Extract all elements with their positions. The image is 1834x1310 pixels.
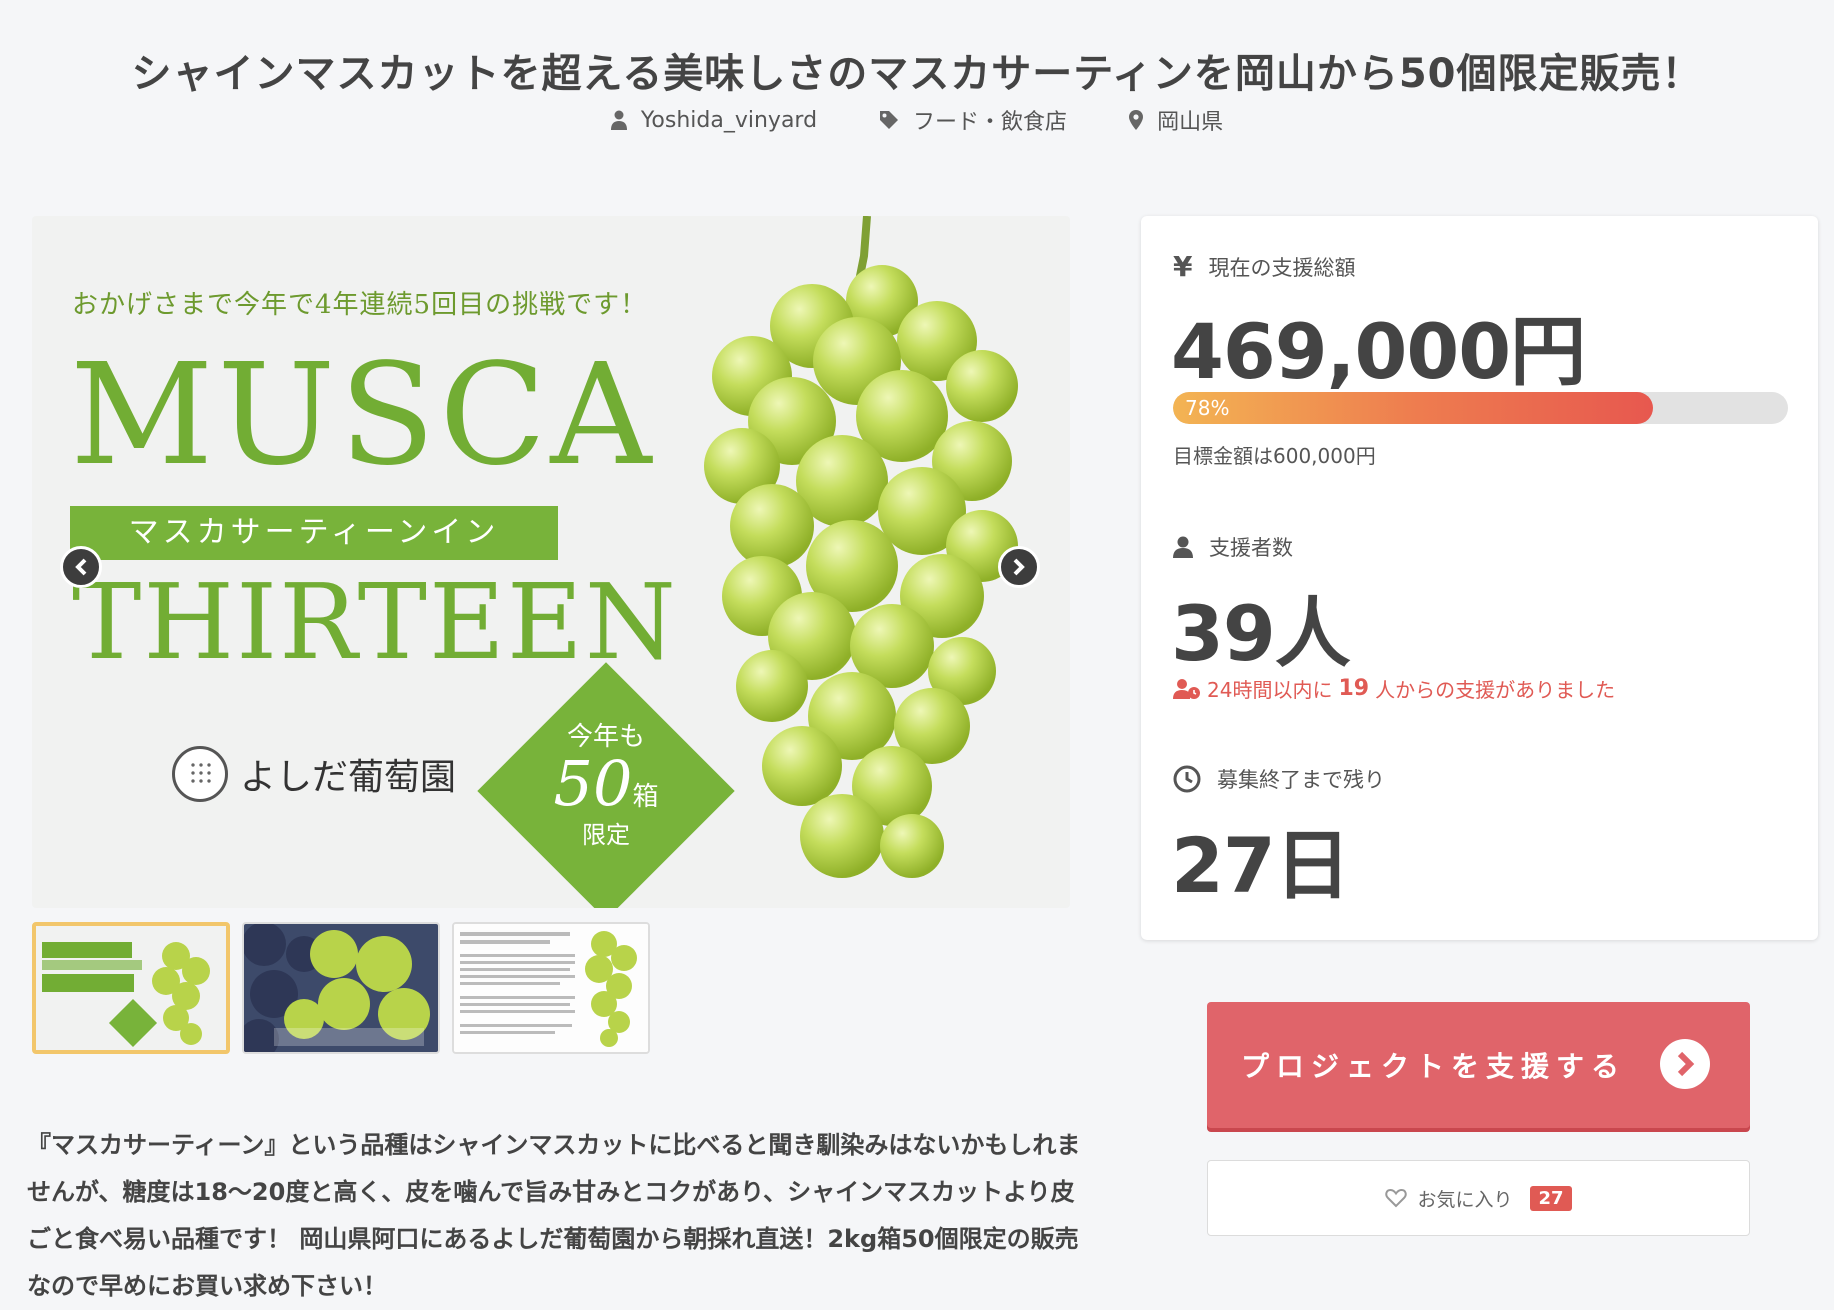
favorite-count-badge: 27 <box>1530 1185 1572 1211</box>
chevron-right-icon <box>1013 558 1025 576</box>
image-band: マスカサーティーンイン <box>70 506 558 560</box>
meta-owner[interactable]: Yoshida_vinyard <box>610 104 818 136</box>
goal-amount: 目標金額は600,000円 <box>1173 444 1376 468</box>
tag-icon <box>880 111 899 129</box>
owner-name: Yoshida_vinyard <box>640 107 818 133</box>
favorite-button[interactable]: お気に入り 27 <box>1207 1160 1750 1236</box>
meta-category[interactable]: フード・飲食店 <box>879 104 1067 136</box>
project-meta: Yoshida_vinyard フード・飲食店 岡山県 <box>0 104 1834 136</box>
thumbnail-1[interactable] <box>32 922 230 1054</box>
image-word-thirteen: THIRTEEN <box>72 561 678 683</box>
user-icon <box>1173 536 1193 558</box>
recent-suffix: 人からの支援がありました <box>1375 678 1616 702</box>
thumbnail-image <box>244 924 438 1052</box>
recent-supporters-notice: 24時間以内に 19 人からの支援がありました <box>1173 674 1615 703</box>
support-project-button[interactable]: プロジェクトを支援する <box>1207 1002 1750 1128</box>
remaining-label-text: 募集終了まで残り <box>1217 768 1385 792</box>
gallery-next-button[interactable] <box>998 546 1040 588</box>
clock-icon <box>1173 765 1201 793</box>
recent-prefix: 24時間以内に <box>1207 678 1333 702</box>
project-title: シャインマスカットを超える美味しさのマスカサーティンを岡山から50個限定販売！ <box>131 50 1703 97</box>
brand-name: よしだ葡萄園 <box>240 757 457 798</box>
heart-icon <box>1385 1188 1408 1208</box>
remaining-label: 募集終了まで残り <box>1173 764 1385 794</box>
thumbnail-3[interactable] <box>452 922 650 1054</box>
total-label-text: 現在の支援総額 <box>1208 255 1356 280</box>
badge-number: 50 <box>553 747 633 820</box>
brand-seal-icon <box>172 746 228 802</box>
yen-icon: ¥ <box>1173 250 1193 283</box>
support-button-label: プロジェクトを支援する <box>1241 1050 1627 1083</box>
chevron-left-icon <box>75 558 87 576</box>
user-icon <box>610 110 627 130</box>
category-name: フード・飲食店 <box>913 110 1068 135</box>
location-pin-icon <box>1129 110 1144 130</box>
gallery-prev-button[interactable] <box>60 546 102 588</box>
remaining-value: 27日 <box>1171 821 1351 910</box>
chevron-right-icon <box>1660 1039 1710 1089</box>
thumbnail-image <box>36 926 226 1050</box>
recent-count: 19 <box>1338 676 1370 701</box>
funding-stats-card: ¥ 現在の支援総額 469,000円 78% 目標金額は600,000円 支援者… <box>1141 216 1818 940</box>
favorite-label: お気に入り <box>1417 1188 1513 1211</box>
grape-cluster-image <box>704 216 1018 878</box>
total-amount-value: 469,000円 <box>1171 307 1586 396</box>
total-amount-label: ¥ 現在の支援総額 <box>1173 250 1355 283</box>
supporters-label: 支援者数 <box>1173 532 1293 562</box>
funding-progress-fill: 78% <box>1173 392 1653 424</box>
meta-location[interactable]: 岡山県 <box>1129 104 1223 136</box>
image-headline: おかげさまで今年で4年連続5回目の挑戦です！ <box>72 290 648 320</box>
project-description: 『マスカサーティーン』という品種はシャインマスカットに比べると聞き馴染みはないか… <box>27 1131 1081 1300</box>
location-name: 岡山県 <box>1157 110 1224 135</box>
funding-progress-bar: 78% <box>1173 392 1788 424</box>
thumbnail-2[interactable] <box>242 922 440 1054</box>
main-image: おかげさまで今年で4年連続5回目の挑戦です！ MUSCA マスカサーティーンイン… <box>32 216 1070 908</box>
image-word-musca: MUSCA <box>70 334 656 497</box>
user-clock-icon <box>1173 678 1200 699</box>
supporters-value: 39人 <box>1171 589 1351 678</box>
image-brand: よしだ葡萄園 <box>172 746 456 802</box>
thumbnail-image <box>454 924 648 1052</box>
supporters-label-text: 支援者数 <box>1209 536 1293 560</box>
